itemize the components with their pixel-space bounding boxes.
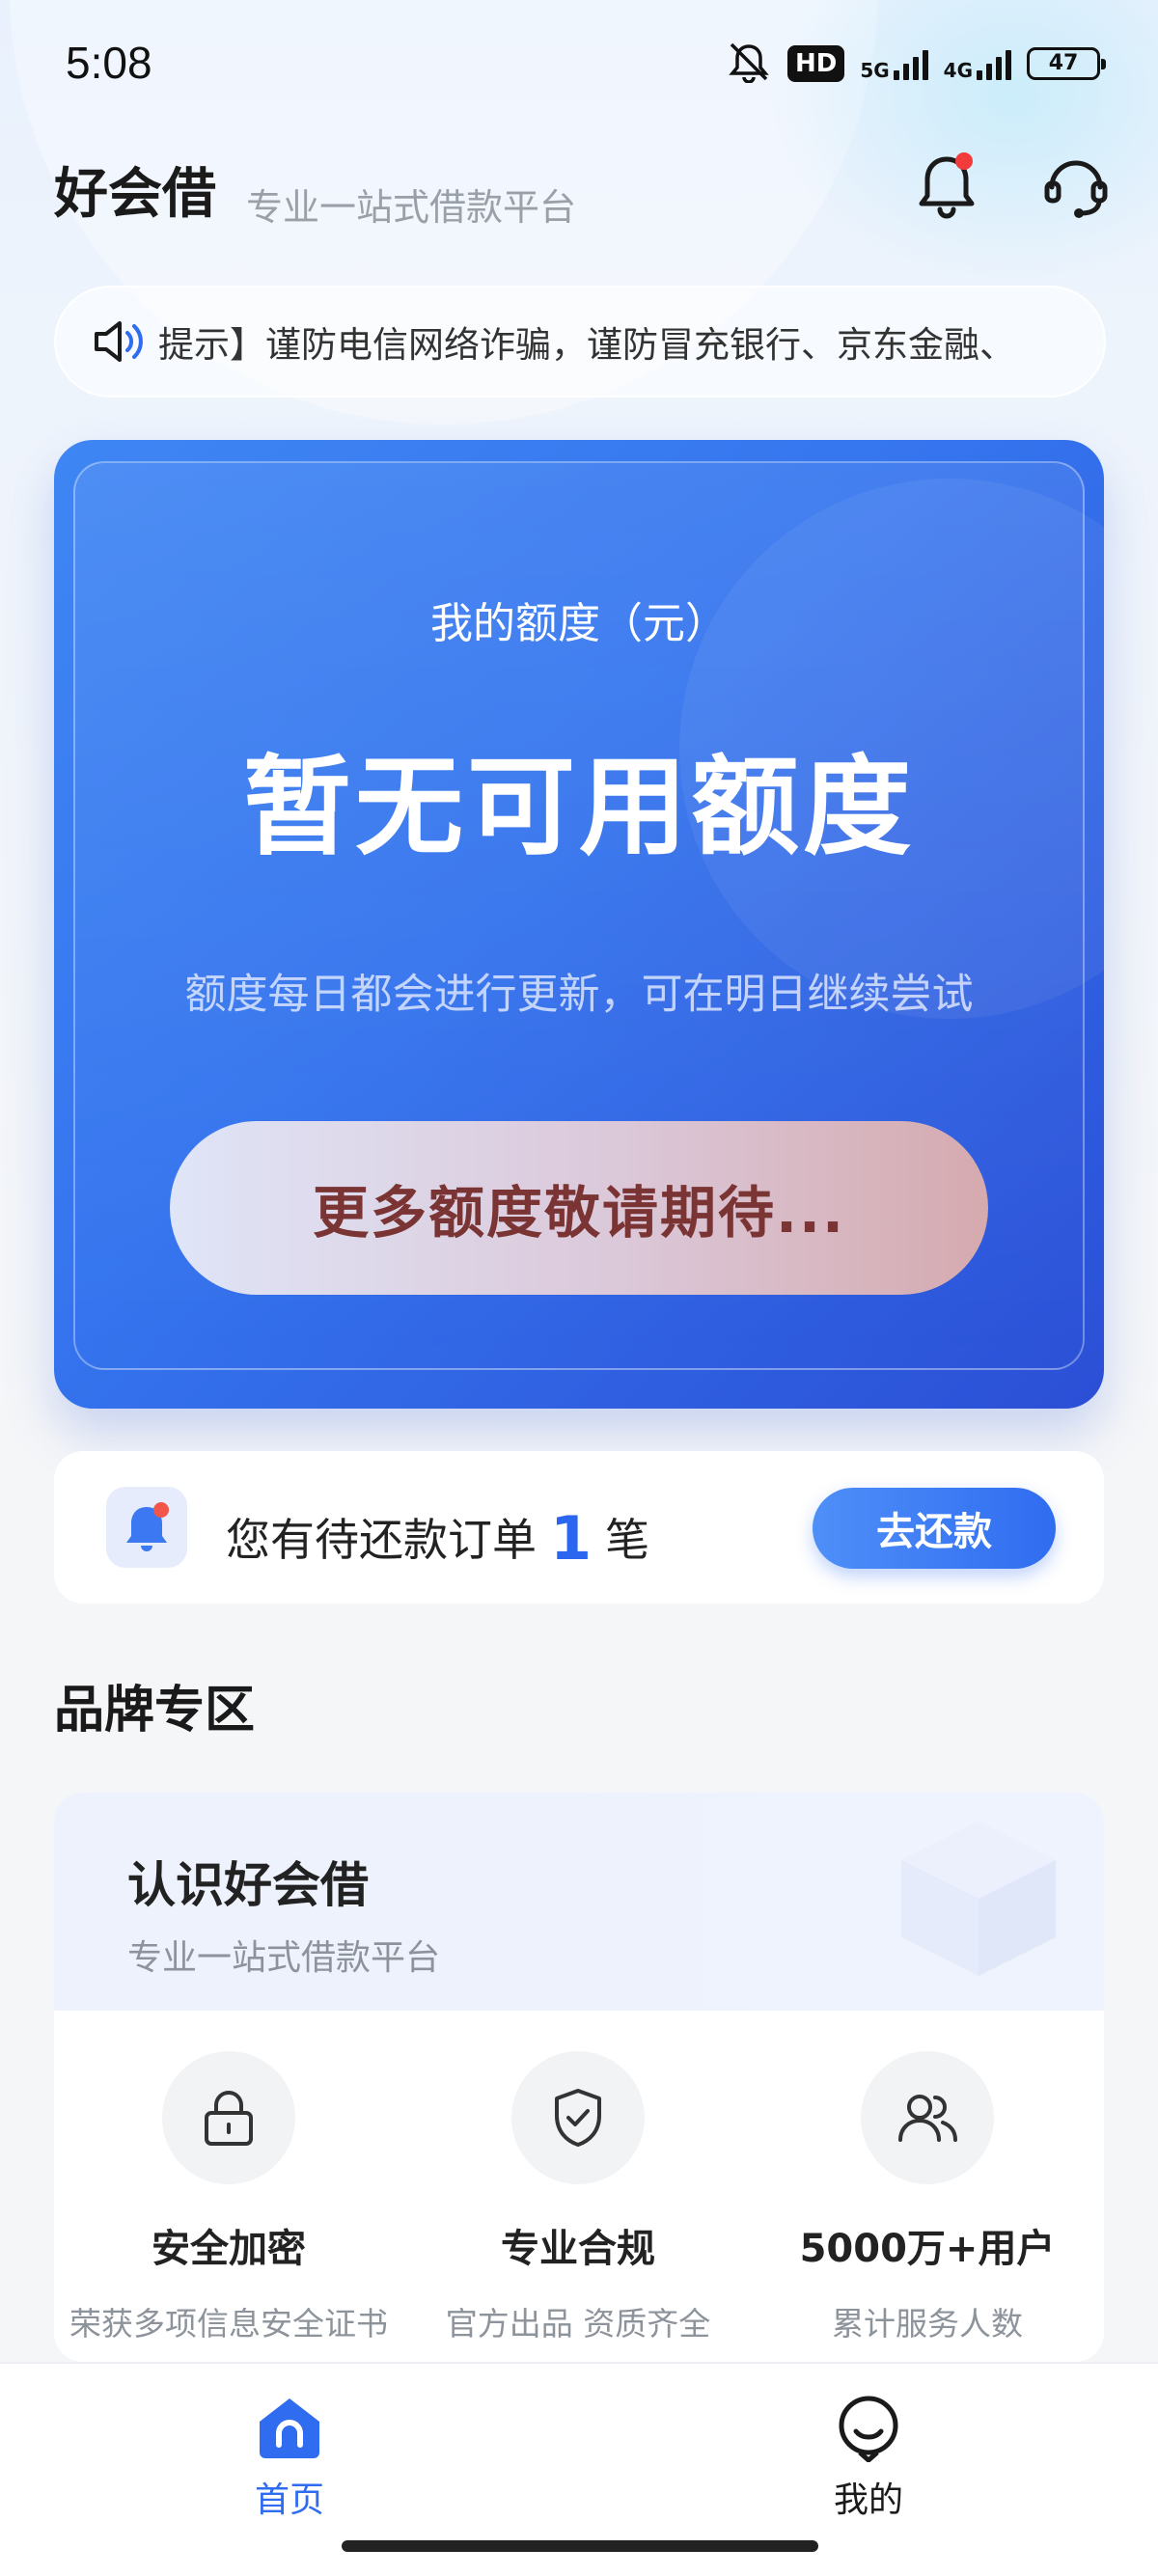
network-4g-label: 4G (943, 59, 973, 82)
feature-compliance: 专业合规 官方出品 资质齐全 (403, 2051, 753, 2344)
network-5g-label: 5G (860, 59, 890, 82)
signal-bars-icon (977, 47, 1011, 80)
lock-icon (162, 2051, 295, 2184)
app-tagline: 专业一站式借款平台 (246, 186, 577, 229)
speaker-icon (91, 313, 149, 370)
brand-card-header: 认识好会借 专业一站式借款平台 (54, 1793, 1104, 2011)
tab-mine[interactable]: 我的 (772, 2393, 965, 2522)
repay-suffix: 笔 (605, 1514, 650, 1566)
brand-section-title: 品牌专区 (54, 1682, 256, 1740)
notice-bar[interactable]: 提示】谨防电信网络诈骗，谨防冒充银行、京东金融、 (54, 286, 1106, 397)
repay-reminder: 您有待还款订单 1 笔 去还款 (54, 1451, 1104, 1603)
more-quota-button[interactable]: 更多额度敬请期待... (170, 1121, 988, 1295)
quota-card: 我的额度（元） 暂无可用额度 额度每日都会进行更新，可在明日继续尝试 更多额度敬… (54, 440, 1104, 1409)
customer-service-button[interactable] (1033, 145, 1119, 232)
hd-badge: HD (786, 45, 845, 82)
home-indicator[interactable] (342, 2540, 818, 2552)
cube-decoration-icon (872, 1802, 1085, 1995)
tab-mine-label: 我的 (833, 2480, 903, 2520)
profile-icon (833, 2393, 904, 2464)
quota-note: 额度每日都会进行更新，可在明日继续尝试 (184, 971, 974, 1019)
notification-button[interactable] (903, 145, 990, 232)
status-time: 5:08 (66, 38, 152, 88)
status-icons: HD 5G 4G 47 (726, 41, 1106, 87)
battery-icon: 47 (1027, 47, 1106, 80)
home-icon (254, 2393, 325, 2464)
app-title: 好会借 (54, 163, 216, 226)
tab-home-label: 首页 (254, 2480, 324, 2520)
repay-button[interactable]: 去还款 (813, 1488, 1056, 1569)
feature-users: 5000万+用户 累计服务人数 (753, 2051, 1102, 2344)
brand-card[interactable]: 认识好会借 专业一站式借款平台 安全加密 荣获多项信息安全证书 专业合规 官方出… (54, 1793, 1104, 2362)
shield-check-icon (511, 2051, 645, 2184)
quota-amount: 暂无可用额度 (243, 745, 915, 870)
signal-5g: 5G (860, 47, 928, 82)
repay-message: 您有待还款订单 1 笔 (226, 1499, 650, 1574)
signal-bars-icon (893, 47, 928, 80)
signal-4g: 4G (944, 47, 1011, 80)
notice-text: 提示】谨防电信网络诈骗，谨防冒充银行、京东金融、 (158, 324, 1015, 366)
alarm-bell-icon (106, 1487, 187, 1568)
users-icon (861, 2051, 994, 2184)
feature-desc: 累计服务人数 (832, 2305, 1023, 2343)
tab-home[interactable]: 首页 (193, 2393, 386, 2522)
feature-desc: 荣获多项信息安全证书 (69, 2305, 388, 2343)
feature-security: 安全加密 荣获多项信息安全证书 (54, 2051, 403, 2344)
home-screen: 5:08 HD 5G 4G 47 好会借 专业一站式借款平台 提示】谨防电信网络… (0, 0, 1158, 2576)
brand-card-subtitle: 专业一站式借款平台 (127, 1938, 441, 1978)
feature-desc: 官方出品 资质齐全 (445, 2305, 711, 2343)
mute-icon (726, 41, 772, 87)
repay-prefix: 您有待还款订单 (226, 1514, 537, 1566)
feature-title: 安全加密 (152, 2227, 306, 2271)
headset-icon (1040, 151, 1112, 226)
brand-card-title: 认识好会借 (127, 1857, 369, 1913)
repay-count: 1 (550, 1503, 593, 1574)
feature-title: 5000万+用户 (799, 2227, 1056, 2271)
feature-title: 专业合规 (501, 2227, 655, 2271)
status-bar: 5:08 HD 5G 4G 47 (0, 0, 1158, 130)
quota-label: 我的额度（元） (430, 599, 728, 648)
bell-icon (912, 150, 981, 227)
